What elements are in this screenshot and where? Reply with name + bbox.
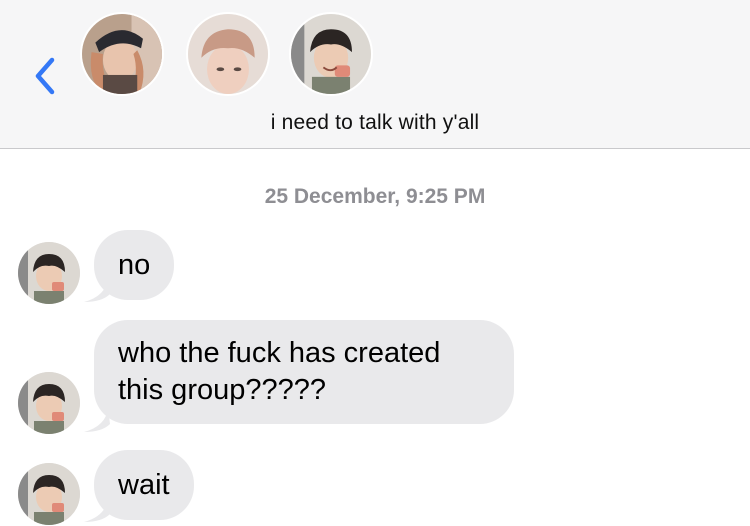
sender-avatar[interactable] <box>18 372 80 434</box>
avatar-image <box>291 14 371 94</box>
participant-avatar[interactable] <box>186 12 270 96</box>
message-text: this group????? <box>118 374 326 406</box>
group-title[interactable]: i need to talk with y'all <box>0 111 750 135</box>
sender-avatar[interactable] <box>18 242 80 304</box>
participant-avatar[interactable] <box>80 12 164 96</box>
message-bubble[interactable]: no <box>94 230 175 300</box>
message-text: wait <box>118 469 170 501</box>
avatar-image <box>188 14 268 94</box>
avatar-image <box>82 14 162 94</box>
sender-avatar[interactable] <box>18 463 80 525</box>
participant-avatar[interactable] <box>289 12 373 96</box>
message-bubble[interactable]: wait <box>94 450 194 520</box>
conversation-header: i need to talk with y'all <box>0 0 750 149</box>
chevron-left-icon <box>35 57 55 95</box>
back-button[interactable] <box>30 54 62 98</box>
message-bubble[interactable]: who the fuck has created this group????? <box>94 320 514 424</box>
message-timestamp: 25 December, 9:25 PM <box>264 185 486 208</box>
message-text: who the fuck has created <box>118 337 441 369</box>
avatar-image <box>18 372 80 434</box>
avatar-image <box>18 463 80 525</box>
avatar-image <box>18 242 80 304</box>
message-text: no <box>118 249 151 281</box>
